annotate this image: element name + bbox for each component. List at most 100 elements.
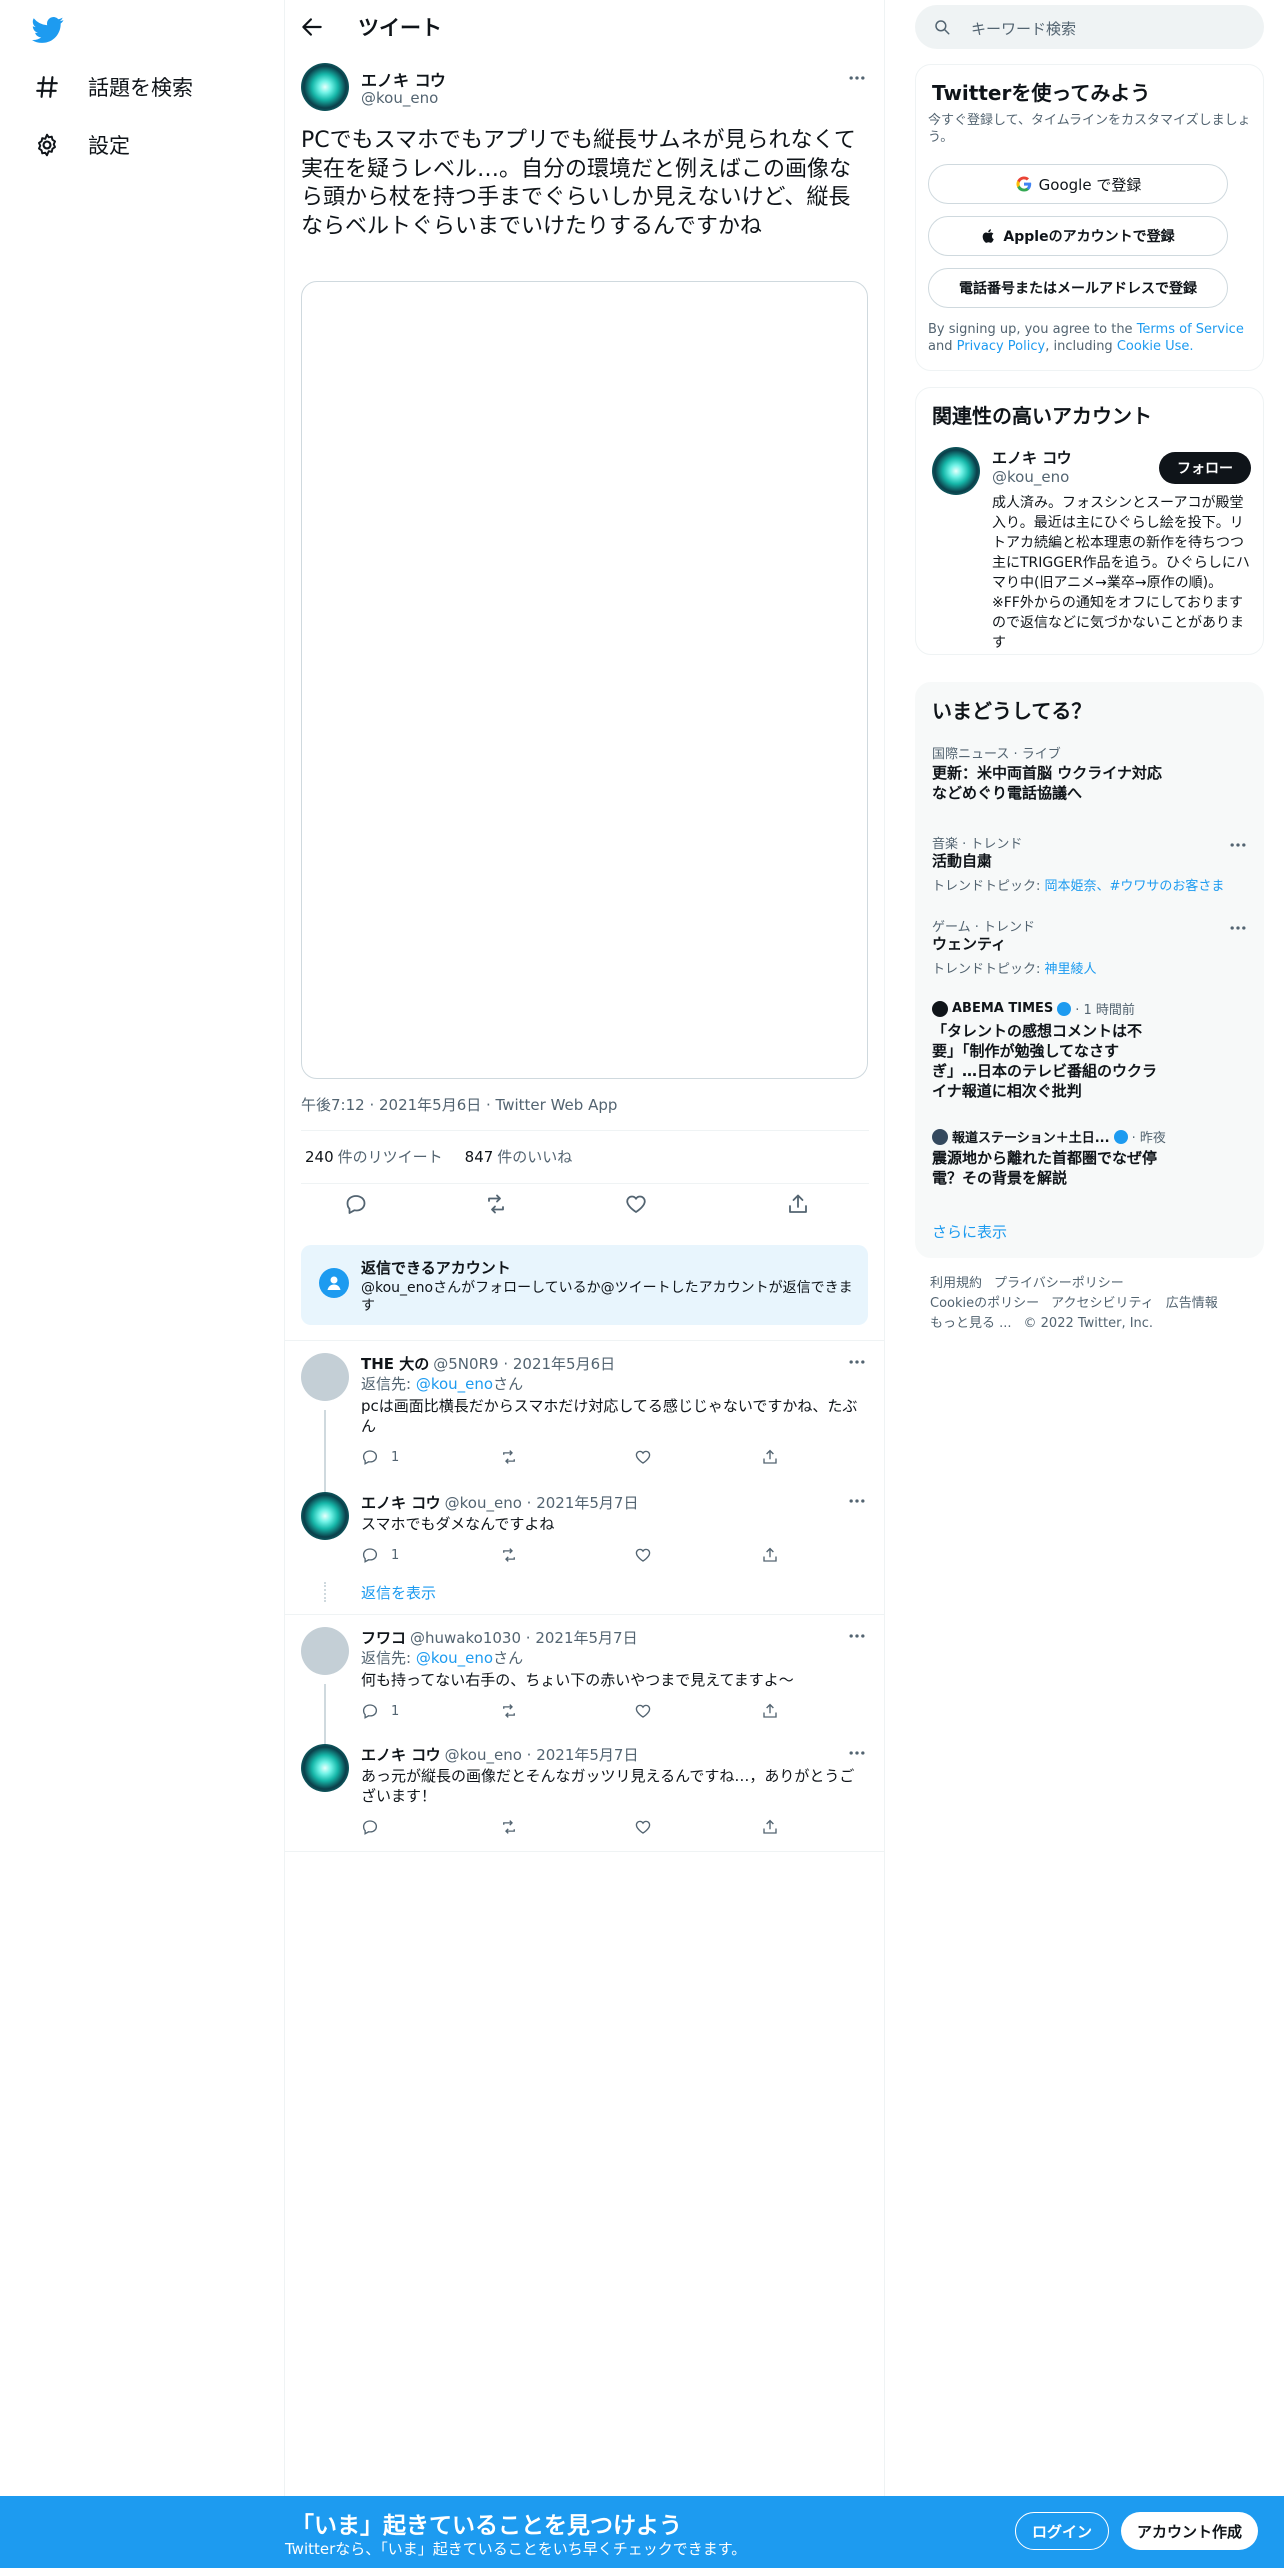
retweet-button[interactable] xyxy=(500,1448,518,1466)
show-replies-link[interactable]: 返信を表示 xyxy=(361,1583,436,1603)
divider xyxy=(285,1851,885,1852)
twitter-bird-icon[interactable] xyxy=(32,14,64,46)
like-button[interactable] xyxy=(634,1448,652,1466)
reply-to: 返信先: @kou_enoさん xyxy=(361,1649,524,1667)
retweet-button[interactable] xyxy=(500,1702,518,1720)
related-handle[interactable]: @kou_eno xyxy=(992,468,1069,486)
retweet-icon[interactable] xyxy=(484,1192,508,1216)
share-button[interactable] xyxy=(761,1448,779,1466)
retweet-icon xyxy=(503,1548,515,1562)
retweet-button[interactable] xyxy=(500,1818,518,1836)
banner-subtitle: Twitterなら、「いま」起きていることをいち早くチェックできます。 xyxy=(285,2540,747,2558)
nav-settings-label: 設定 xyxy=(88,134,130,158)
retweet-icon xyxy=(503,1450,515,1464)
source-logo-icon xyxy=(932,1128,948,1145)
reply-button[interactable] xyxy=(361,1818,391,1836)
thread-connector xyxy=(324,1410,326,1498)
avatar[interactable] xyxy=(932,447,980,495)
reply-header[interactable]: エノキ コウ @kou_eno · 2021年5月7日 xyxy=(361,1492,638,1513)
mention-user-icon xyxy=(319,1268,349,1298)
google-signup-button[interactable]: Google で登録 xyxy=(928,164,1228,204)
more-icon[interactable] xyxy=(847,68,867,88)
tweet-timestamp[interactable]: 午後7:12 · 2021年5月6日 · Twitter Web App xyxy=(301,1094,617,1115)
reply-icon[interactable] xyxy=(344,1192,368,1216)
more-icon[interactable] xyxy=(1228,918,1248,938)
signup-legal: By signing up, you agree to the Terms of… xyxy=(928,322,1244,354)
tweet-media[interactable] xyxy=(301,281,868,1079)
reply-text: あっ元が縦長の画像だとそんなガッツリ見えるんですね…，ありがとうご xyxy=(361,1767,855,1785)
like-button[interactable] xyxy=(634,1546,652,1564)
footer-cookie[interactable]: Cookieのポリシー xyxy=(930,1296,1039,1311)
author-handle[interactable]: @kou_eno xyxy=(361,89,438,107)
reply-button[interactable]: 1 xyxy=(361,1546,399,1564)
reply-header[interactable]: フワコ @huwako1030 · 2021年5月7日 xyxy=(361,1627,638,1648)
signup-card-title: Twitterを使ってみよう xyxy=(932,81,1151,105)
reply-actions: 1 xyxy=(361,1546,781,1566)
divider xyxy=(301,1130,869,1131)
share-button[interactable] xyxy=(761,1546,779,1564)
search-box[interactable]: キーワード検索 xyxy=(915,5,1264,49)
share-icon[interactable] xyxy=(786,1192,810,1216)
left-nav: 話題を検索 設定 xyxy=(0,0,285,2496)
thread-dots xyxy=(324,1582,326,1602)
more-icon[interactable] xyxy=(847,1743,867,1763)
login-button[interactable]: ログイン xyxy=(1015,2512,1109,2550)
share-button[interactable] xyxy=(761,1702,779,1720)
reply-restriction-desc: @kou_enoさんがフォローしているか@ツイートしたアカウントが返信できます xyxy=(361,1280,853,1314)
footer-more[interactable]: もっと見る ... xyxy=(930,1316,1012,1331)
more-icon[interactable] xyxy=(847,1626,867,1646)
reply-header[interactable]: THE 大の @5N0R9 · 2021年5月6日 xyxy=(361,1353,615,1374)
retweets-stat[interactable]: 240 件のリツイート xyxy=(305,1146,443,1167)
phone-email-signup-button[interactable]: 電話番号またはメールアドレスで登録 xyxy=(928,268,1228,308)
footer-accessibility[interactable]: アクセシビリティ xyxy=(1051,1296,1154,1311)
avatar[interactable] xyxy=(301,1353,349,1401)
terms-link[interactable]: Terms of Service xyxy=(1137,322,1244,337)
more-icon[interactable] xyxy=(1228,835,1248,855)
footer-copyright: © 2022 Twitter, Inc. xyxy=(1023,1316,1154,1331)
reply-header[interactable]: エノキ コウ @kou_eno · 2021年5月7日 xyxy=(361,1744,638,1765)
like-icon xyxy=(635,1704,651,1718)
reply-button[interactable]: 1 xyxy=(361,1448,399,1466)
like-icon xyxy=(635,1450,651,1464)
reply-actions: 1 xyxy=(361,1702,781,1722)
like-button[interactable] xyxy=(634,1702,652,1720)
signup-card: Twitterを使ってみよう 今すぐ登録して、タイムラインをカスタマイズしましょ… xyxy=(915,64,1264,371)
footer-ads[interactable]: 広告情報 xyxy=(1166,1296,1218,1311)
author-name[interactable]: エノキ コウ xyxy=(361,67,446,91)
back-arrow-icon[interactable] xyxy=(299,14,325,40)
tweet-stats: 240 件のリツイート 847 件のいいね xyxy=(305,1146,572,1167)
search-input[interactable]: キーワード検索 xyxy=(971,18,1076,39)
trends-card: いまどうしてる？ 国際ニュース · ライブ 更新：米中両首脳 ウクライナ対応 な… xyxy=(915,682,1264,1258)
avatar[interactable] xyxy=(301,1627,349,1675)
likes-stat[interactable]: 847 件のいいね xyxy=(465,1146,573,1167)
share-icon xyxy=(763,1819,777,1834)
nav-settings[interactable]: 設定 xyxy=(34,130,130,160)
footer-terms[interactable]: 利用規約 xyxy=(930,1276,982,1291)
retweet-button[interactable] xyxy=(500,1546,518,1564)
avatar[interactable] xyxy=(301,1744,349,1792)
follow-button[interactable]: フォロー xyxy=(1159,452,1251,484)
more-icon[interactable] xyxy=(847,1352,867,1372)
nav-explore[interactable]: 話題を検索 xyxy=(34,72,193,102)
more-icon[interactable] xyxy=(847,1491,867,1511)
verified-badge-icon xyxy=(1113,1129,1128,1144)
apple-signup-button[interactable]: Appleのアカウントで登録 xyxy=(928,216,1228,256)
reply-button[interactable]: 1 xyxy=(361,1702,399,1720)
banner-title: 「いま」起きていることを見つけよう xyxy=(291,2513,682,2539)
privacy-link[interactable]: Privacy Policy xyxy=(957,339,1046,354)
like-icon[interactable] xyxy=(624,1192,648,1216)
like-button[interactable] xyxy=(634,1818,652,1836)
related-name[interactable]: エノキ コウ xyxy=(992,447,1072,468)
retweet-icon xyxy=(503,1704,515,1718)
avatar[interactable] xyxy=(301,1492,349,1540)
share-icon xyxy=(763,1449,777,1464)
cookie-link[interactable]: Cookie Use. xyxy=(1117,339,1194,354)
divider xyxy=(301,1183,869,1184)
avatar[interactable] xyxy=(301,63,349,111)
verified-badge-icon xyxy=(1057,1001,1072,1016)
create-account-button[interactable]: アカウント作成 xyxy=(1121,2512,1258,2550)
footer-privacy[interactable]: プライバシーポリシー xyxy=(994,1276,1124,1291)
reply-icon xyxy=(362,1450,378,1465)
share-button[interactable] xyxy=(761,1818,779,1836)
show-more-link[interactable]: さらに表示 xyxy=(932,1221,1007,1242)
